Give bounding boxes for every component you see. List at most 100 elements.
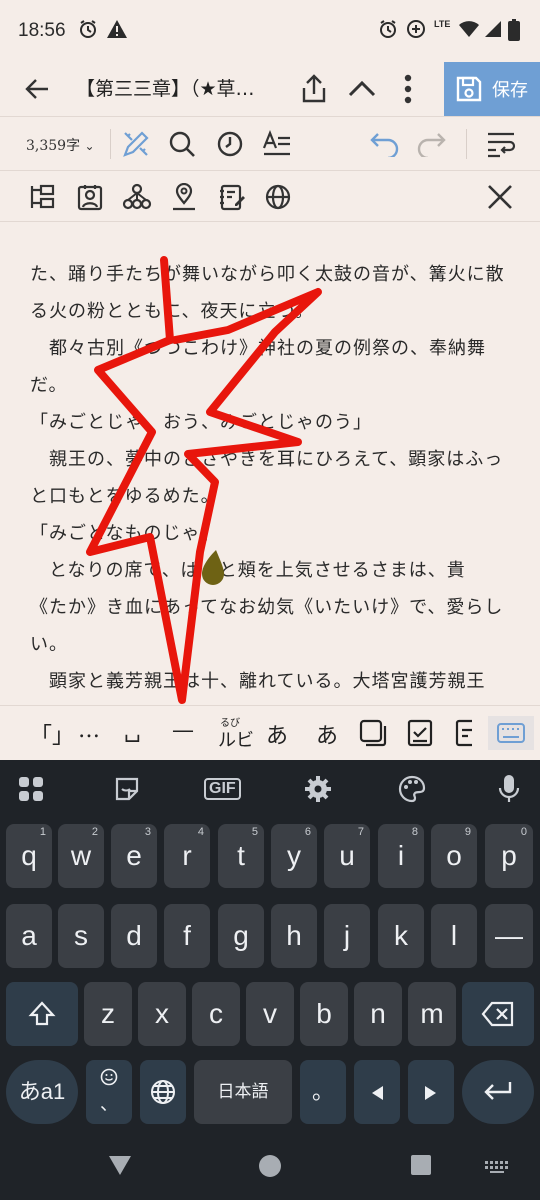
key-p[interactable]: p0 [485,824,533,888]
ellipsis-button[interactable]: … [78,718,100,743]
key-label: v [263,998,277,1029]
close-icon[interactable] [486,183,514,211]
keyboard-icon [497,723,525,743]
key-i[interactable]: i8 [378,824,424,888]
enter-key[interactable] [462,1060,534,1124]
more-vert-icon[interactable] [400,72,416,106]
save-icon [456,76,482,102]
key-z[interactable]: z [84,982,132,1046]
key-d[interactable]: d [111,904,157,968]
key-j[interactable]: j [324,904,370,968]
period-key[interactable]: 。 [300,1060,346,1124]
key-label: w [70,840,92,871]
mode-switch-key[interactable]: あa1 [6,1060,78,1124]
key-dash[interactable]: — [485,904,533,968]
copy-icon[interactable] [358,718,388,748]
cursor-drop-handle[interactable] [202,550,224,585]
cursor-right-key[interactable] [408,1060,454,1124]
undo-icon[interactable] [370,131,400,157]
emoji-icon [100,1068,118,1086]
emphasis-dots-button[interactable]: あ [266,718,288,750]
key-o[interactable]: o9 [431,824,477,888]
key-m[interactable]: m [408,982,456,1046]
key-label: x [155,998,169,1029]
backspace-icon [481,1001,514,1027]
key-w[interactable]: w2 [58,824,104,888]
key-label: e [126,840,142,871]
key-hint: 1 [39,826,46,838]
key-label: l [450,920,458,951]
key-label: z [101,998,115,1029]
volte-lte-label: LTE [434,19,451,29]
emphasis-sesame-button[interactable]: あ [316,718,338,750]
keyboard-toggle-button[interactable] [488,716,534,750]
key-c[interactable]: c [192,982,240,1046]
save-button[interactable]: 保存 [444,62,540,116]
key-hint: 3 [144,826,151,838]
text-format-icon[interactable] [262,130,292,158]
keyboard-switch-icon[interactable] [484,1160,510,1174]
key-l[interactable]: l [431,904,477,968]
key-s[interactable]: s [58,904,104,968]
key-r[interactable]: r4 [164,824,210,888]
key-t[interactable]: t5 [218,824,264,888]
key-label: — [495,920,523,951]
key-b[interactable]: b [300,982,348,1046]
apps-grid-icon[interactable] [18,776,44,802]
back-arrow-icon[interactable] [24,76,50,102]
paste-icon[interactable] [454,718,472,748]
gif-button[interactable]: GIF [204,778,241,800]
wrap-text-icon[interactable] [486,130,516,158]
key-hint: 5 [251,826,258,838]
notebook-edit-icon[interactable] [218,183,246,211]
key-k[interactable]: k [378,904,424,968]
settings-gear-icon[interactable] [304,775,332,803]
emoji-comma-key[interactable]: 、 [86,1060,132,1124]
sticker-icon[interactable] [114,776,140,802]
key-label: f [183,920,191,951]
cursor-left-key[interactable] [354,1060,400,1124]
outline-tree-icon[interactable] [28,183,56,211]
nav-recents-icon[interactable] [410,1154,432,1176]
char-count-dropdown[interactable]: 3,359字 ⌄ [26,135,95,155]
key-q[interactable]: q1 [6,824,52,888]
key-label: u [339,840,355,871]
chevron-up-icon[interactable] [348,78,376,98]
key-v[interactable]: v [246,982,294,1046]
key-f[interactable]: f [164,904,210,968]
key-h[interactable]: h [271,904,317,968]
globe-icon[interactable] [264,183,292,211]
key-a[interactable]: a [6,904,52,968]
pencil-ruler-icon[interactable] [122,130,150,158]
nav-home-icon[interactable] [258,1154,282,1178]
text-editor[interactable]: た、踊り手たちが舞いながら叩く太鼓の音が、篝火に散 る火の粉とともに、夜天に立つ… [0,222,540,705]
shift-key[interactable] [6,982,78,1046]
nav-back-icon[interactable] [108,1154,132,1176]
location-pin-icon[interactable] [170,183,198,211]
globe-icon [151,1080,175,1104]
history-clock-icon[interactable] [216,130,244,158]
key-y[interactable]: y6 [271,824,317,888]
relationship-group-icon[interactable] [122,183,152,211]
language-key[interactable] [140,1060,186,1124]
brackets-button[interactable]: 「」 [30,718,74,750]
key-g[interactable]: g [218,904,264,968]
key-hint: 0 [520,826,527,838]
backspace-key[interactable] [462,982,534,1046]
palette-icon[interactable] [398,775,426,803]
shift-arrow-icon [28,1001,56,1026]
share-icon[interactable] [300,74,328,104]
key-e[interactable]: e3 [111,824,157,888]
redo-icon[interactable] [416,131,446,157]
fullwidth-space-button[interactable]: ␣ [124,718,141,743]
key-n[interactable]: n [354,982,402,1046]
search-icon[interactable] [168,130,196,158]
dash-button[interactable]: — [172,718,194,743]
character-profile-icon[interactable] [76,183,104,211]
ruby-button[interactable]: ルビ [218,726,254,752]
key-u[interactable]: u7 [324,824,370,888]
key-x[interactable]: x [138,982,186,1046]
space-key[interactable]: 日本語 [194,1060,292,1124]
microphone-icon[interactable] [498,774,520,804]
clipboard-check-icon[interactable] [406,718,434,748]
